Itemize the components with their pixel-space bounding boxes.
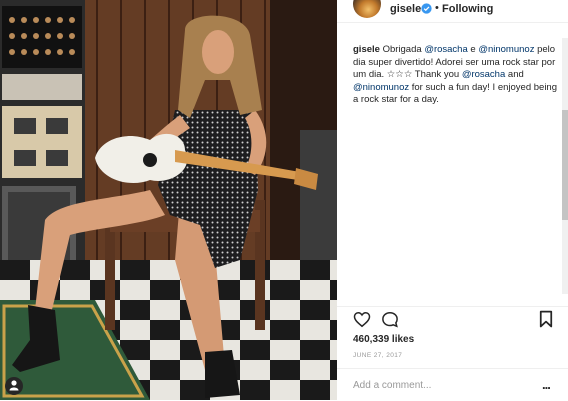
photo-illustration	[0, 0, 337, 400]
mention-link[interactable]: @rosacha	[462, 69, 505, 80]
comment-input[interactable]: Add a comment...	[353, 380, 431, 391]
caption-username[interactable]: gisele	[353, 44, 380, 55]
caption-text: Obrigada	[379, 44, 425, 55]
post-date[interactable]: JUNE 27, 2017	[353, 352, 402, 359]
mention-link[interactable]: @ninomunoz	[478, 44, 534, 55]
scrollbar-thumb[interactable]	[562, 110, 568, 220]
action-bar	[337, 306, 568, 331]
username-link[interactable]: gisele	[390, 3, 421, 15]
caption-text: e	[467, 44, 479, 55]
post-caption: gisele Obrigada @rosacha e @ninomunoz pe…	[353, 44, 558, 107]
comment-box[interactable]: Add a comment... ...	[337, 368, 568, 401]
user-tag-icon[interactable]	[5, 377, 23, 395]
scrollbar[interactable]	[562, 38, 568, 294]
heart-icon[interactable]	[353, 311, 371, 328]
following-button[interactable]: Following	[442, 3, 493, 15]
bookmark-icon[interactable]	[539, 310, 553, 328]
comment-bubble-icon[interactable]	[381, 311, 399, 328]
follow-separator: •	[435, 2, 439, 14]
post-photo[interactable]	[0, 0, 337, 400]
post-side-panel: gisele • Following gisele Obrigada @rosa…	[337, 0, 568, 400]
avatar[interactable]	[353, 0, 381, 18]
verified-badge-icon	[421, 3, 432, 14]
like-count[interactable]: 460,339 likes	[353, 334, 414, 345]
more-options-button[interactable]: ...	[542, 377, 551, 392]
mention-link[interactable]: @rosacha	[424, 44, 467, 55]
post-header: gisele • Following	[337, 0, 568, 23]
caption-text: and	[505, 69, 524, 80]
mention-link[interactable]: @ninomunoz	[353, 82, 409, 93]
